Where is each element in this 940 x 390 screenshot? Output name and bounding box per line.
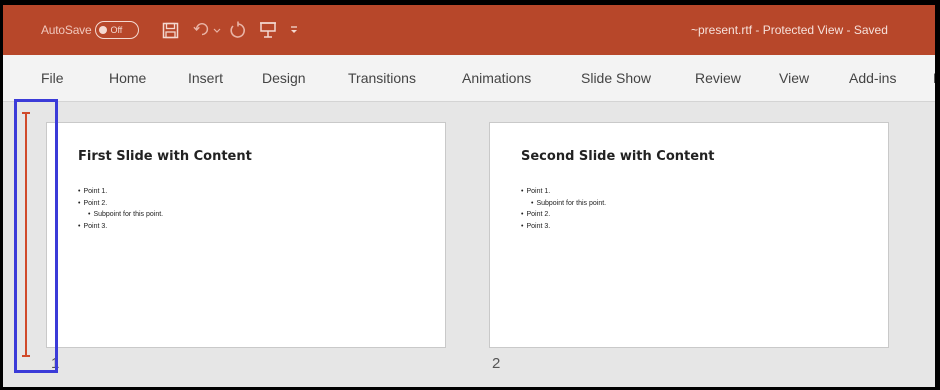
title-bar: AutoSave Off ~present.rtf - Protected Vi… <box>3 5 935 55</box>
sub-bullet-item: Subpoint for this point. <box>521 198 606 210</box>
bullet-item: Point 3. <box>78 221 163 233</box>
slide-thumbnail-1[interactable]: First Slide with Content Point 1. Point … <box>46 122 446 348</box>
redo-icon[interactable] <box>229 21 247 39</box>
sub-bullet-item: Subpoint for this point. <box>78 209 163 221</box>
bullet-item: Point 2. <box>78 198 163 210</box>
autosave-state: Off <box>110 25 123 35</box>
tab-insert[interactable]: Insert <box>188 55 223 101</box>
undo-icon[interactable] <box>193 21 211 39</box>
bullet-item: Point 1. <box>521 186 606 198</box>
slide-thumbnail-2[interactable]: Second Slide with Content Point 1. Subpo… <box>489 122 889 348</box>
highlight-box <box>14 99 58 373</box>
bullet-list: Point 1. Point 2. Subpoint for this poin… <box>78 186 163 232</box>
document-title: ~present.rtf - Protected View - Saved <box>691 23 888 37</box>
ribbon-tabs: File Home Insert Design Transitions Anim… <box>3 55 935 102</box>
tab-slide-show[interactable]: Slide Show <box>581 55 651 101</box>
bullet-item: Point 2. <box>521 209 606 221</box>
tab-view[interactable]: View <box>779 55 809 101</box>
tab-home[interactable]: Home <box>109 55 146 101</box>
quick-access-toolbar: AutoSave Off <box>3 5 299 55</box>
slide-number: 2 <box>492 355 501 372</box>
bullet-item: Point 3. <box>521 221 606 233</box>
customize-qat-icon[interactable] <box>289 21 299 39</box>
toggle-knob <box>99 26 108 34</box>
bullet-list: Point 1. Subpoint for this point. Point … <box>521 186 606 232</box>
tab-design[interactable]: Design <box>262 55 306 101</box>
bullet-item: Point 1. <box>78 186 163 198</box>
tab-add-ins[interactable]: Add-ins <box>849 55 896 101</box>
present-icon[interactable] <box>259 21 277 39</box>
slide-title: First Slide with Content <box>78 149 252 164</box>
save-icon[interactable] <box>161 21 179 39</box>
tab-transitions[interactable]: Transitions <box>348 55 416 101</box>
app-window: AutoSave Off ~present.rtf - Protected Vi… <box>0 0 940 390</box>
tab-animations[interactable]: Animations <box>462 55 531 101</box>
tab-file[interactable]: File <box>41 55 64 101</box>
tab-review[interactable]: Review <box>695 55 741 101</box>
tab-help[interactable]: H <box>933 55 935 101</box>
autosave-toggle[interactable]: Off <box>95 21 140 39</box>
undo-dropdown-icon[interactable] <box>213 21 221 39</box>
autosave-label: AutoSave <box>41 23 92 37</box>
slide-title: Second Slide with Content <box>521 149 715 164</box>
